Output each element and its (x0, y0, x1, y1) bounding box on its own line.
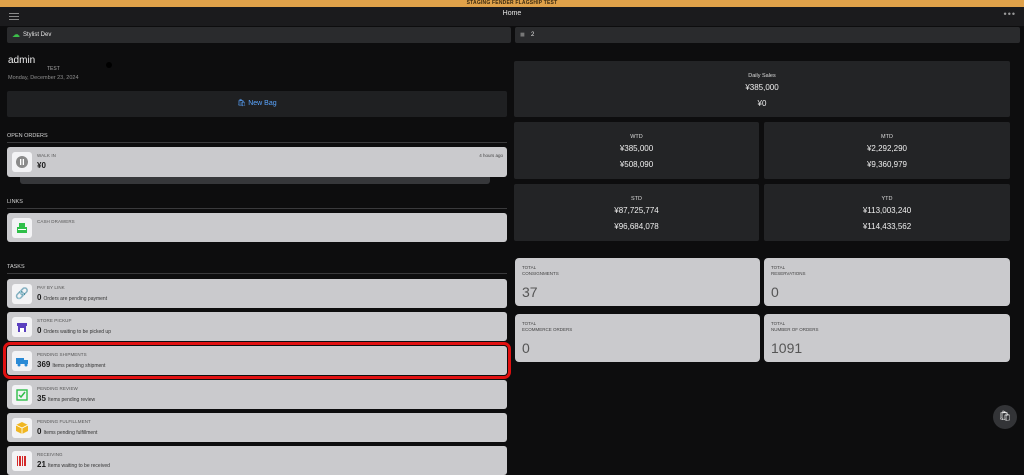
panel-value-secondary: ¥114,433,562 (862, 222, 912, 231)
stat-label: TOTAL RESERVATIONS (771, 265, 806, 276)
stat-label: TOTAL CONSIGNMENTS (522, 265, 559, 276)
task-label: PAY BY LINK (37, 285, 65, 290)
task-pending-shipments[interactable]: PENDING SHIPMENTS 369 Items pending shipm… (3, 342, 511, 379)
package-icon (12, 418, 32, 438)
order-time-ago: 4 hours ago (479, 153, 503, 158)
user-name: admin (8, 55, 36, 66)
total-consignments-card[interactable]: TOTAL CONSIGNMENTS 37 (515, 258, 760, 306)
store-selector[interactable]: ☁ Stylist Dev (7, 27, 511, 43)
stat-label: TOTAL NUMBER OF ORDERS (771, 321, 819, 332)
page-title: Home (502, 10, 522, 17)
total-reservations-card[interactable]: TOTAL RESERVATIONS 0 (764, 258, 1010, 306)
task-count: 369 Items pending shipment (37, 360, 106, 369)
order-type: WALK IN (37, 153, 57, 158)
wtd-sales-panel: WTD ¥385,000 ¥508,090 (514, 122, 759, 179)
panel-title: Daily Sales (748, 73, 776, 79)
task-pay-by-link[interactable]: 🔗 PAY BY LINK 0 Orders are pending paymen… (7, 279, 507, 308)
panel-value-primary: ¥385,000 (619, 144, 654, 153)
panel-value-primary: ¥2,292,290 (866, 144, 908, 153)
stat-label: TOTAL ECOMMERCE ORDERS (522, 321, 573, 332)
task-count: 21 Items waiting to be received (37, 460, 110, 469)
total-orders-card[interactable]: TOTAL NUMBER OF ORDERS 1091 (764, 314, 1010, 362)
store-name: Stylist Dev (23, 32, 52, 38)
stacked-order-shadow (20, 177, 490, 184)
panel-value-secondary: ¥96,684,078 (614, 222, 659, 231)
bag-count: 2 (531, 32, 535, 38)
bag-icon: ■ (520, 30, 525, 39)
panel-value-secondary: ¥9,360,979 (866, 160, 908, 169)
panel-value-primary: ¥87,725,774 (614, 206, 659, 215)
mtd-sales-panel: MTD ¥2,292,290 ¥9,360,979 (764, 122, 1010, 179)
pause-icon (12, 152, 32, 172)
task-pending-review[interactable]: PENDING REVIEW 35 Items pending review (7, 380, 507, 409)
staging-banner: STAGING FENDER FLAGSHIP TEST (0, 0, 1024, 7)
task-label: PENDING SHIPMENTS (37, 352, 87, 357)
bag-counter[interactable]: ■ 2 (515, 27, 1020, 43)
panel-value-secondary: ¥508,090 (619, 160, 654, 169)
panel-title: MTD (881, 134, 893, 140)
stat-value: 0 (771, 284, 779, 300)
tasks-heading: TASKS (7, 264, 507, 274)
top-nav: Home ••• (0, 7, 1024, 26)
task-count: 35 Items pending review (37, 394, 96, 403)
cash-drawers-label: CASH DRAWERS (37, 219, 75, 224)
task-label: STORE PICKUP (37, 318, 72, 323)
stat-value: 1091 (771, 340, 803, 356)
task-count: 0 Items pending fulfillment (37, 427, 98, 436)
std-sales-panel: STD ¥87,725,774 ¥96,684,078 (514, 184, 759, 241)
user-tag: TEST (47, 66, 60, 72)
panel-title: WTD (630, 134, 643, 140)
new-bag-button[interactable]: 🛍 New Bag (7, 91, 507, 117)
task-pending-fulfillment[interactable]: PENDING FULFILLMENT 0 Items pending fulfi… (7, 413, 507, 442)
more-options-icon[interactable]: ••• (1004, 9, 1016, 19)
daily-sales-panel: Daily Sales ¥385,000 ¥0 (514, 61, 1010, 117)
order-amount: ¥0 (37, 161, 46, 170)
ytd-sales-panel: YTD ¥113,003,240 ¥114,433,562 (764, 184, 1010, 241)
new-bag-label: New Bag (248, 100, 277, 107)
open-order-card[interactable]: WALK IN ¥0 4 hours ago (7, 147, 507, 177)
stat-value: 37 (522, 284, 538, 300)
panel-title: YTD (881, 196, 893, 202)
task-label: PENDING REVIEW (37, 386, 78, 391)
task-count: 0 Orders waiting to be picked up (37, 326, 111, 335)
current-date: Monday, December 23, 2024 (8, 75, 79, 81)
task-receiving[interactable]: RECEIVING 21 Items waiting to be received (7, 446, 507, 475)
task-label: RECEIVING (37, 452, 63, 457)
cash-drawers-link[interactable]: CASH DRAWERS (7, 213, 507, 242)
panel-value-primary: ¥385,000 (745, 83, 779, 92)
task-label: PENDING FULFILLMENT (37, 419, 91, 424)
barcode-icon (12, 451, 32, 471)
task-count: 0 Orders are pending payment (37, 293, 108, 302)
panel-title: STD (631, 196, 642, 202)
link-icon: 🔗 (12, 284, 32, 304)
bag-icon: 🛍 (998, 411, 1012, 422)
checkbox-icon (12, 385, 32, 405)
task-store-pickup[interactable]: STORE PICKUP 0 Orders waiting to be picke… (7, 312, 507, 341)
open-orders-heading: OPEN ORDERS (7, 133, 507, 143)
status-dot (106, 62, 112, 68)
total-ecommerce-orders-card[interactable]: TOTAL ECOMMERCE ORDERS 0 (515, 314, 760, 362)
bag-icon: 🛍 (237, 100, 247, 107)
links-heading: LINKS (7, 199, 507, 209)
shopping-bag-fab[interactable]: 🛍 (993, 405, 1017, 429)
stat-value: 0 (522, 340, 530, 356)
cash-register-icon (12, 218, 32, 238)
cloud-icon: ☁ (12, 30, 20, 39)
store-icon (12, 317, 32, 337)
panel-value-secondary: ¥0 (757, 99, 767, 108)
truck-icon (12, 351, 32, 371)
panel-value-primary: ¥113,003,240 (862, 206, 912, 215)
